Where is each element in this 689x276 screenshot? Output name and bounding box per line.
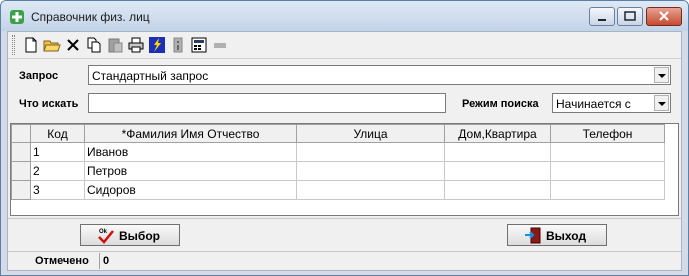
status-separator (99, 253, 100, 269)
search-input[interactable] (88, 93, 446, 113)
title-bar[interactable]: Справочник физ. лиц (1, 1, 688, 31)
cell-house[interactable] (444, 161, 551, 181)
row-indicator[interactable] (11, 142, 31, 162)
search-label: Что искать (19, 98, 79, 110)
exit-button[interactable]: Выход (507, 224, 607, 246)
chevron-down-icon[interactable] (654, 67, 669, 83)
cell-house[interactable] (444, 180, 551, 200)
column-header-name[interactable]: *Фамилия Имя Отчество (84, 124, 297, 143)
search-mode-value: Начинается с (556, 97, 631, 111)
query-label: Запрос (19, 70, 59, 82)
column-header-code[interactable]: Код (30, 124, 85, 143)
row-indicator[interactable] (11, 180, 31, 200)
cell-phone[interactable] (550, 142, 665, 162)
app-window: Справочник физ. лиц Запрос Стандартный з… (0, 0, 689, 276)
cell-house[interactable] (444, 142, 551, 162)
cell-street[interactable] (296, 180, 445, 200)
calculator-icon[interactable] (190, 36, 208, 54)
paste-icon[interactable] (106, 36, 124, 54)
search-mode-select[interactable]: Начинается с (552, 93, 671, 113)
status-bar: Отмечено 0 (8, 251, 681, 270)
exit-door-icon (525, 227, 541, 244)
cell-code[interactable]: 3 (30, 180, 85, 200)
marked-label: Отмечено (35, 255, 89, 267)
cell-name[interactable]: Петров (84, 161, 297, 181)
table-row[interactable]: 3 Сидоров (11, 180, 665, 200)
maximize-icon (624, 11, 636, 21)
column-header-house[interactable]: Дом,Квартира (444, 124, 551, 143)
table-header-row: Код *Фамилия Имя Отчество Улица Дом,Квар… (11, 124, 665, 143)
window-title: Справочник физ. лиц (31, 10, 150, 24)
row-indicator[interactable] (11, 161, 31, 181)
checkmark-ok-icon: Ok (98, 229, 114, 244)
close-icon (659, 11, 669, 21)
minus-icon[interactable] (211, 36, 229, 54)
info-icon[interactable] (169, 36, 187, 54)
minimize-icon (598, 19, 606, 21)
svg-text:Ok: Ok (99, 229, 108, 235)
persons-table: Код *Фамилия Имя Отчество Улица Дом,Квар… (10, 123, 679, 216)
query-select-value: Стандартный запрос (92, 69, 209, 83)
cell-code[interactable]: 2 (30, 161, 85, 181)
cell-name[interactable]: Иванов (84, 142, 297, 162)
cell-street[interactable] (296, 142, 445, 162)
print-icon[interactable] (127, 36, 145, 54)
app-icon (10, 10, 24, 24)
search-mode-label: Режим поиска (462, 98, 539, 110)
cell-name[interactable]: Сидоров (84, 180, 297, 200)
table: Код *Фамилия Имя Отчество Улица Дом,Квар… (11, 124, 665, 200)
chevron-down-icon[interactable] (654, 95, 669, 111)
copy-icon[interactable] (85, 36, 103, 54)
new-document-icon[interactable] (22, 36, 40, 54)
maximize-button[interactable] (617, 7, 643, 26)
table-row[interactable]: 1 Иванов (11, 142, 665, 162)
cell-street[interactable] (296, 161, 445, 181)
table-row[interactable]: 2 Петров (11, 161, 665, 181)
divider (8, 218, 681, 219)
toolbar (8, 32, 681, 59)
query-select[interactable]: Стандартный запрос (88, 65, 671, 85)
window-body: Запрос Стандартный запрос Что искать Реж… (7, 31, 682, 271)
cell-phone[interactable] (550, 180, 665, 200)
run-query-icon[interactable] (148, 36, 166, 54)
column-header-phone[interactable]: Телефон (550, 124, 665, 143)
cell-code[interactable]: 1 (30, 142, 85, 162)
open-folder-icon[interactable] (43, 36, 61, 54)
toolbar-grip[interactable] (12, 35, 15, 55)
select-button-label: Выбор (119, 229, 160, 243)
exit-button-label: Выход (546, 229, 587, 243)
column-header-street[interactable]: Улица (296, 124, 445, 143)
minimize-button[interactable] (589, 7, 615, 26)
row-indicator-header (11, 124, 31, 143)
cell-phone[interactable] (550, 161, 665, 181)
marked-count: 0 (103, 255, 110, 267)
close-button[interactable] (646, 7, 682, 26)
delete-icon[interactable] (64, 36, 82, 54)
select-button[interactable]: Ok Выбор (80, 224, 180, 246)
